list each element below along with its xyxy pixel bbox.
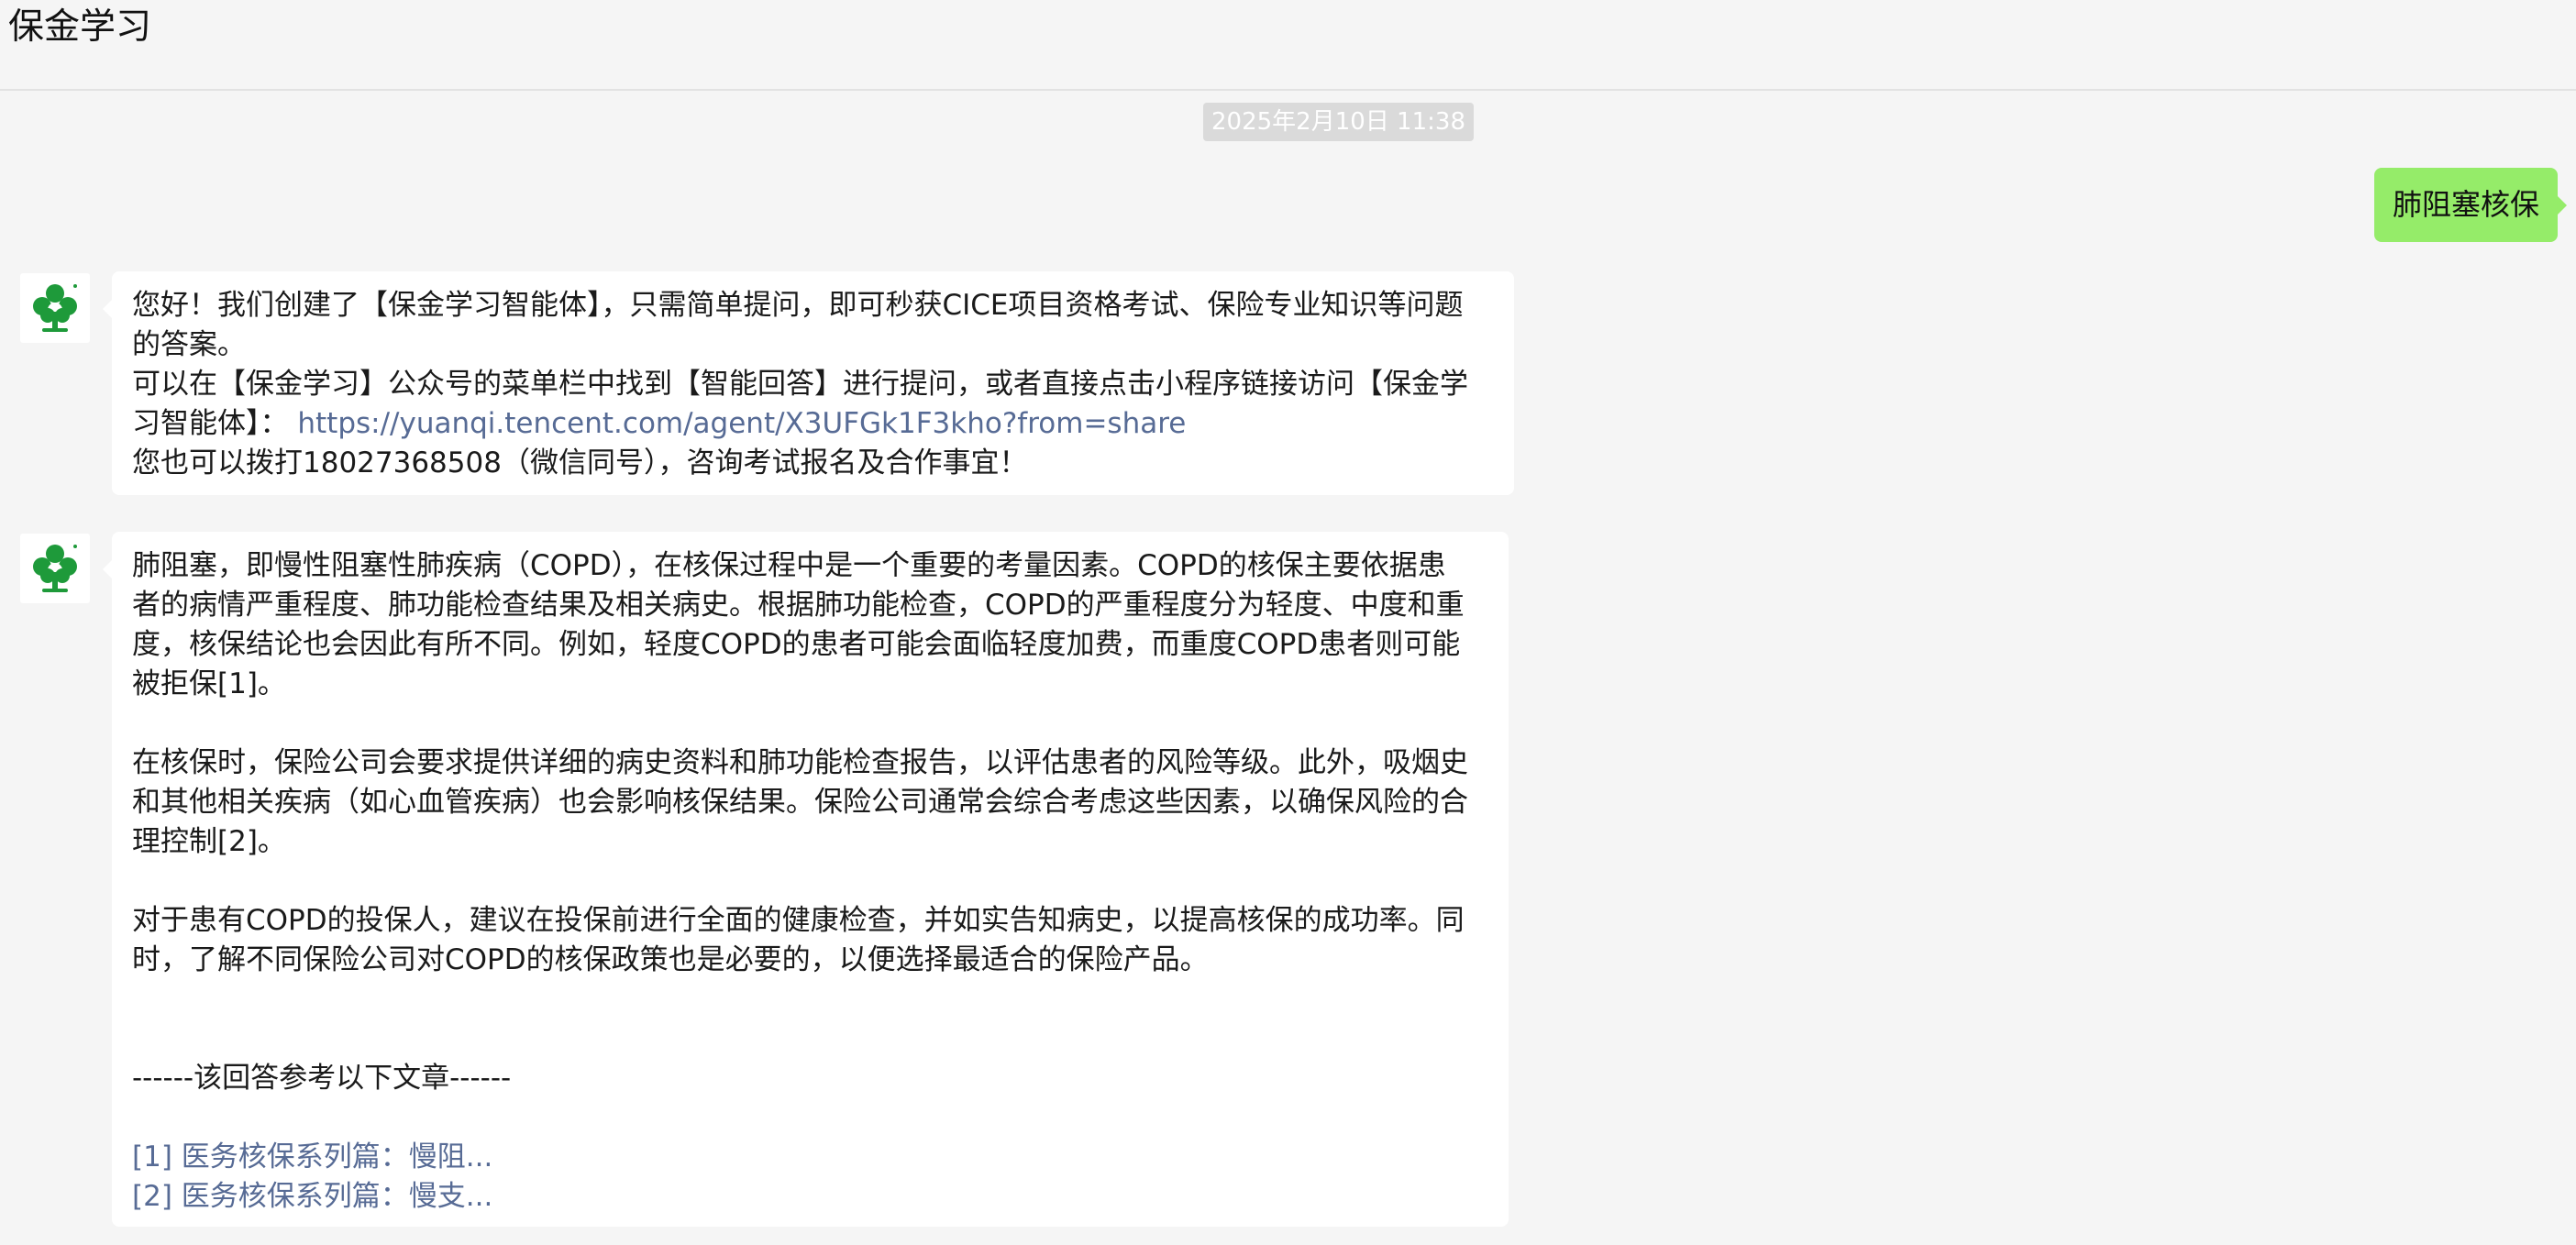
reference-link[interactable]: [1] 医务核保系列篇：慢阻... (132, 1138, 1488, 1177)
tree-logo-icon (33, 284, 77, 332)
sender-avatar-icon[interactable] (20, 534, 90, 603)
tree-logo-icon (33, 545, 77, 592)
chat-title: 保金学习 (8, 6, 152, 48)
chat-header: 保金学习 (0, 0, 2576, 91)
message-line: 可以在【保金学习】公众号的菜单栏中找到【智能回答】进行提问，或者直接点击小程序链… (132, 368, 1468, 401)
message-line: 的答案。 (132, 328, 246, 361)
outgoing-message-bubble[interactable]: 肺阻塞核保 (2373, 168, 2568, 242)
answer-line: 者的病情严重程度、肺功能检查结果及相关病史。根据肺功能检查，COPD的严重程度分… (132, 589, 1465, 622)
agent-link[interactable]: https://yuanqi.tencent.com/agent/X3UFGk1… (297, 407, 1186, 440)
answer-line: 时，了解不同保险公司对COPD的核保政策也是必要的，以便选择最适合的保险产品。 (132, 943, 1209, 976)
sender-avatar-icon[interactable] (20, 273, 90, 343)
message-line: 习智能体】： https://yuanqi.tencent.com/agent/… (132, 404, 1494, 444)
reference-link[interactable]: [2] 医务核保系列篇：慢支... (132, 1177, 1488, 1217)
reference-header: ------该回答参考以下文章------ (132, 1062, 512, 1095)
incoming-message-bubble[interactable]: 您好！我们创建了【保金学习智能体】，只需简单提问，即可秒获CICE项目资格考试、… (103, 271, 1514, 495)
answer-line: 对于患有COPD的投保人，建议在投保前进行全面的健康检查，并如实告知病史，以提高… (132, 904, 1465, 937)
answer-line: 和其他相关疾病（如心血管疾病）也会影响核保结果。保险公司通常会综合考虑这些因素，… (132, 786, 1468, 819)
answer-line: 肺阻塞，即慢性阻塞性肺疾病（COPD），在核保过程中是一个重要的考量因素。COP… (132, 549, 1446, 582)
answer-line: 度，核保结论也会因此有所不同。例如，轻度COPD的患者可能会面临轻度加费，而重度… (132, 628, 1461, 661)
answer-line: 被拒保[1]。 (132, 667, 286, 700)
message-timestamp: 2025年2月10日 11:38 (1203, 103, 1474, 141)
message-line: 您好！我们创建了【保金学习智能体】，只需简单提问，即可秒获CICE项目资格考试、… (132, 289, 1464, 322)
answer-line: 在核保时，保险公司会要求提供详细的病史资料和肺功能检查报告，以评估患者的风险等级… (132, 746, 1468, 779)
answer-line: 理控制[2]。 (132, 825, 286, 858)
incoming-answer-bubble[interactable]: 肺阻塞，即慢性阻塞性肺疾病（COPD），在核保过程中是一个重要的考量因素。COP… (103, 532, 1509, 1227)
message-line: 您也可以拨打18027368508（微信同号），咨询考试报名及合作事宜！ (132, 446, 1028, 479)
message-text: 习智能体】： (132, 407, 289, 440)
